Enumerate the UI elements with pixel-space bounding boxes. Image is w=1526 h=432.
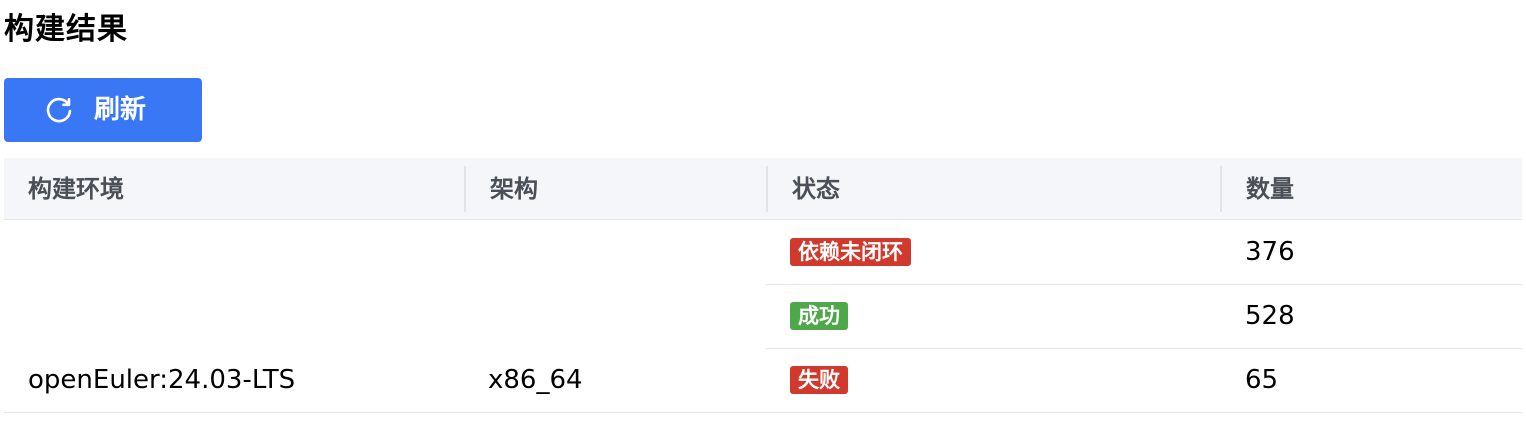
page-title: 构建结果 bbox=[4, 12, 128, 47]
column-header-status[interactable]: 状态 bbox=[792, 158, 840, 220]
environment-cell: openEuler:24.03-LTS bbox=[28, 365, 296, 395]
column-divider[interactable] bbox=[766, 166, 768, 212]
arch-cell: x86_64 bbox=[488, 365, 583, 395]
status-badge: 依赖未闭环 bbox=[790, 238, 911, 266]
column-header-count[interactable]: 数量 bbox=[1246, 158, 1294, 220]
table-header: 构建环境 架构 状态 数量 bbox=[4, 158, 1522, 220]
table-row: openEuler:24.03-LTS x86_64 依赖未闭环 376 成功 … bbox=[4, 220, 1522, 413]
status-badge: 成功 bbox=[790, 302, 848, 330]
column-header-arch[interactable]: 架构 bbox=[490, 158, 538, 220]
refresh-button[interactable]: 刷新 bbox=[4, 78, 202, 142]
column-divider[interactable] bbox=[464, 166, 466, 212]
status-row: 依赖未闭环 376 bbox=[766, 220, 1522, 285]
count-cell: 528 bbox=[1245, 301, 1295, 331]
refresh-icon bbox=[44, 95, 74, 125]
status-row: 成功 528 bbox=[766, 284, 1522, 349]
count-cell: 376 bbox=[1245, 237, 1295, 267]
column-divider[interactable] bbox=[1220, 166, 1222, 212]
status-row: 失败 65 bbox=[766, 348, 1522, 412]
build-results-table: 构建环境 架构 状态 数量 openEuler:24.03-LTS x86_64… bbox=[4, 158, 1522, 413]
column-header-environment[interactable]: 构建环境 bbox=[28, 158, 124, 220]
count-cell: 65 bbox=[1245, 365, 1279, 395]
refresh-label: 刷新 bbox=[94, 95, 147, 125]
status-badge: 失败 bbox=[790, 366, 848, 394]
